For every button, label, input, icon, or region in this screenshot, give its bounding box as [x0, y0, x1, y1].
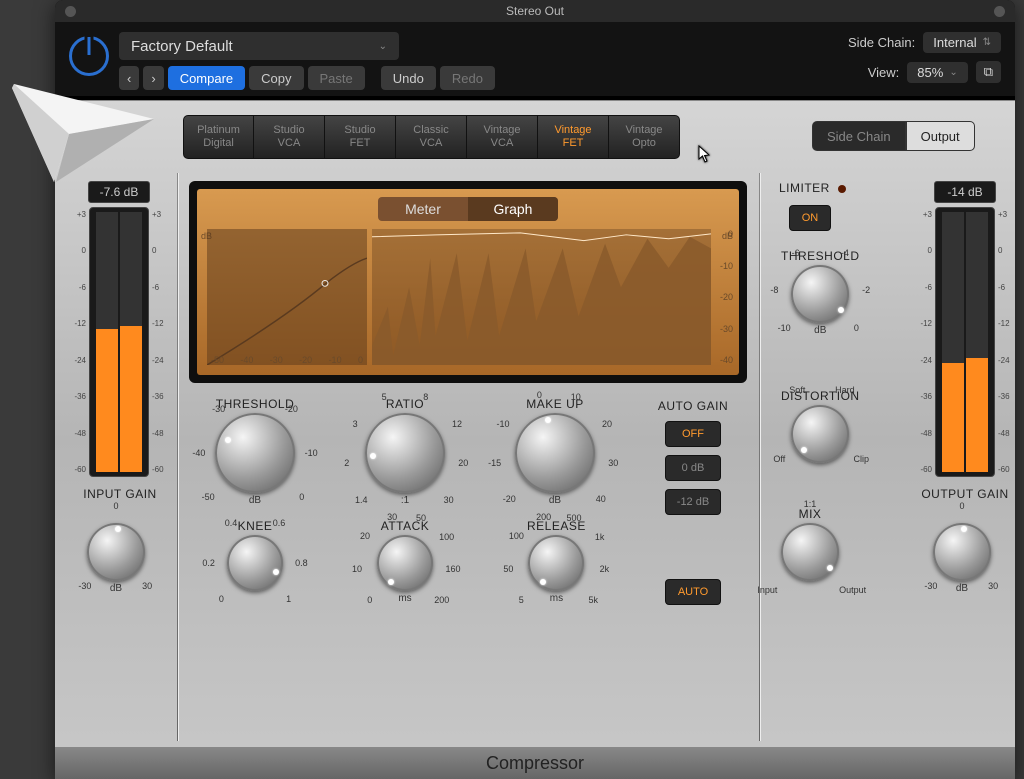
tab-vintage-opto[interactable]: VintageOpto — [609, 115, 680, 159]
knee-knob[interactable]: KNEE 0 0.2 0.4 0.6 0.8 1 — [227, 519, 283, 591]
input-meter: -7.6 dB +30-6-12-24-36-48-60 +30-6-12-24… — [73, 181, 165, 477]
tab-studio-fet[interactable]: StudioFET — [325, 115, 396, 159]
input-level-meter: +30-6-12-24-36-48-60 +30-6-12-24-36-48-6… — [89, 207, 149, 477]
tab-vintage-vca[interactable]: VintageVCA — [467, 115, 538, 159]
gain-reduction-history — [372, 229, 711, 365]
ratio-knob[interactable]: RATIO 1.4 2 3 5 8 12 20 30 :1 — [365, 397, 445, 506]
input-gain-knob[interactable]: . -30030 dB — [87, 507, 145, 594]
output-gain-readout[interactable]: -14 dB — [934, 181, 996, 203]
compressor-display: Meter Graph dB dB -50-40-30-20-100 — [189, 181, 747, 383]
autogain-12db-button[interactable]: -12 dB — [665, 489, 721, 515]
display-tab-graph[interactable]: Graph — [468, 197, 558, 221]
tab-vintage-fet[interactable]: VintageFET — [538, 115, 609, 159]
titlebar: Stereo Out — [55, 0, 1015, 22]
pointer-overlay-icon — [0, 74, 159, 188]
chevron-down-icon: ⌄ — [379, 41, 387, 52]
view-label: View: — [868, 65, 900, 80]
output-meter: -14 dB +30-6-12-24-36-48-60 +30-6-12-24-… — [919, 181, 1011, 477]
window-title: Stereo Out — [506, 4, 564, 18]
close-dot[interactable] — [65, 6, 76, 17]
release-knob[interactable]: RELEASE 5 50 100 200 500 1k 2k 5k ms — [527, 519, 586, 604]
threshold-knob[interactable]: THRESHOLD -50 -40 -30 -20 -10 0 dB — [215, 397, 295, 506]
tab-sidechain[interactable]: Side Chain — [812, 121, 906, 151]
plugin-name-footer: Compressor — [55, 747, 1015, 779]
sidechain-label: Side Chain: — [848, 35, 915, 50]
plugin-window: Stereo Out Factory Default ⌄ ‹ › Compare… — [55, 0, 1015, 779]
preset-label: Factory Default — [131, 38, 233, 55]
link-button[interactable]: ⧉ — [976, 61, 1001, 83]
divider — [177, 173, 178, 741]
model-tabs: PlatinumDigital StudioVCA StudioFET Clas… — [183, 115, 680, 159]
toolbar: Factory Default ⌄ ‹ › Compare Copy Paste… — [55, 22, 1015, 96]
mouse-cursor-icon — [698, 145, 712, 163]
divider — [759, 173, 760, 741]
view-value: 85% — [917, 65, 943, 80]
distortion-knob[interactable]: DISTORTION Off Soft Hard Clip — [781, 389, 860, 463]
copy-button[interactable]: Copy — [249, 66, 303, 90]
dot-r — [994, 6, 1005, 17]
autogain-label: AUTO GAIN — [653, 399, 733, 413]
tab-studio-vca[interactable]: StudioVCA — [254, 115, 325, 159]
tab-output[interactable]: Output — [906, 121, 975, 151]
autogain-off-button[interactable]: OFF — [665, 421, 721, 447]
updown-icon: ⇅ — [983, 37, 991, 48]
preset-select[interactable]: Factory Default ⌄ — [119, 32, 399, 60]
output-level-meter: +30-6-12-24-36-48-60 +30-6-12-24-36-48-6… — [935, 207, 995, 477]
tab-platinum-digital[interactable]: PlatinumDigital — [183, 115, 254, 159]
output-gain-knob[interactable]: . -30030 dB — [933, 507, 991, 594]
makeup-knob[interactable]: MAKE UP -20 -15 -10 0 10 20 30 40 dB — [515, 397, 595, 506]
mix-knob[interactable]: MIX Input 1:1 Output — [781, 507, 839, 581]
panel-tab-switch: Side Chain Output — [812, 121, 975, 151]
power-button[interactable] — [69, 36, 109, 76]
link-icon: ⧉ — [984, 64, 993, 80]
undo-button[interactable]: Undo — [381, 66, 436, 90]
view-zoom-select[interactable]: 85% ⌄ — [907, 62, 967, 83]
limiter-label: LIMITER — [779, 181, 846, 195]
transfer-curve: -50-40-30-20-100 — [207, 229, 367, 365]
compare-button[interactable]: Compare — [168, 66, 245, 90]
limiter-threshold-knob[interactable]: THRESHOLD -10 -8 -6 -4 -2 0 dB — [781, 249, 860, 336]
plugin-panel: PlatinumDigital StudioVCA StudioFET Clas… — [55, 100, 1015, 779]
sidechain-value: Internal — [933, 35, 976, 50]
sidechain-select[interactable]: Internal ⇅ — [923, 32, 1001, 53]
limiter-on-button[interactable]: ON — [789, 205, 831, 231]
redo-button[interactable]: Redo — [440, 66, 495, 90]
tab-classic-vca[interactable]: ClassicVCA — [396, 115, 467, 159]
limiter-led-icon — [838, 185, 846, 193]
chevron-down-icon: ⌄ — [949, 67, 957, 78]
output-gain-label: OUTPUT GAIN — [917, 487, 1013, 501]
paste-button[interactable]: Paste — [308, 66, 365, 90]
autogain-0db-button[interactable]: 0 dB — [665, 455, 721, 481]
release-auto-button[interactable]: AUTO — [665, 579, 721, 605]
input-gain-label: INPUT GAIN — [77, 487, 163, 501]
display-tab-meter[interactable]: Meter — [378, 197, 468, 221]
attack-knob[interactable]: ATTACK 0 10 20 30 50 100 160 200 ms — [377, 519, 433, 604]
